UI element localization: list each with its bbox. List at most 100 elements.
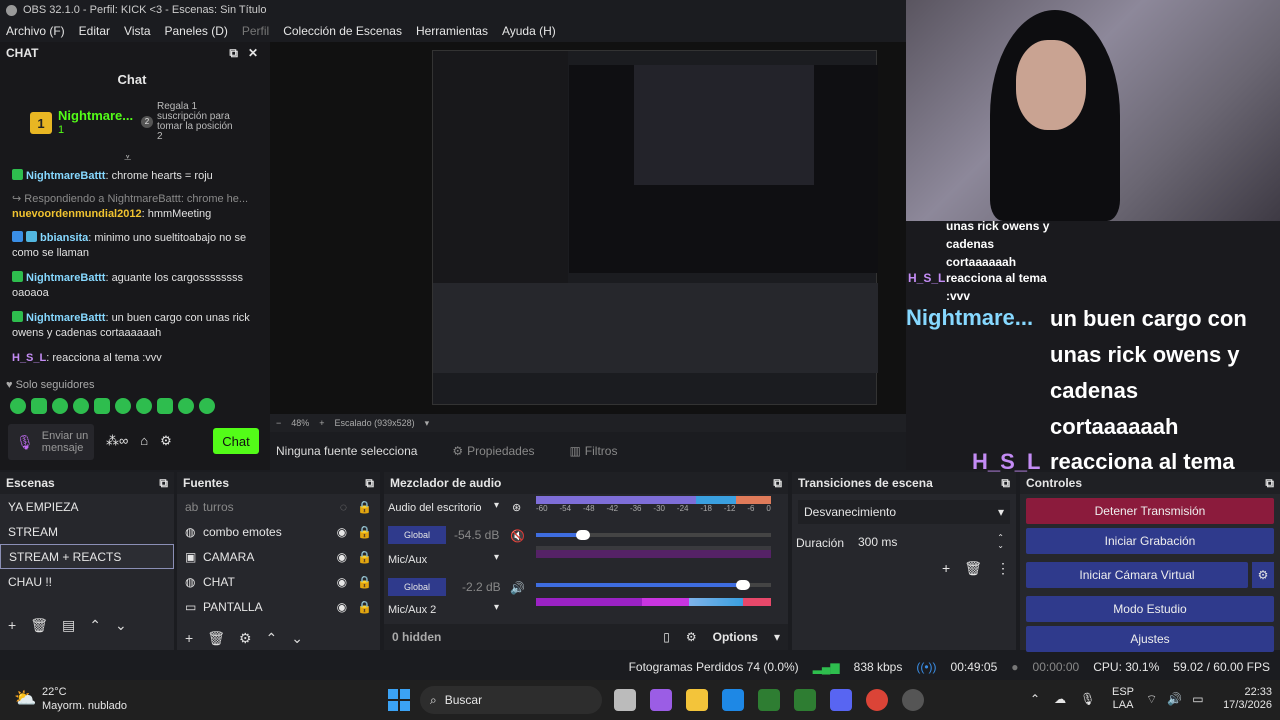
chrome-icon[interactable] [866, 689, 888, 711]
menu-ayuda[interactable]: Ayuda (H) [502, 24, 556, 38]
speaker-icon[interactable]: 🔊 [510, 581, 525, 595]
collapse-icon[interactable]: ⩡ [124, 150, 131, 166]
scene-item[interactable]: YA EMPIEZA [0, 494, 174, 519]
menu-perfil[interactable]: Perfil [242, 24, 269, 38]
eye-icon[interactable]: ◉ [337, 600, 347, 614]
float-icon[interactable]: ⧉ [773, 476, 782, 491]
options-button[interactable]: Options [713, 630, 758, 644]
trash-icon[interactable]: 🗑 [964, 560, 982, 577]
source-item[interactable]: ◍ combo emotes ◉ 🔒 [177, 519, 380, 544]
properties-button[interactable]: ⚙ Propiedades [441, 444, 545, 458]
weather-temp[interactable]: 22°C [42, 686, 67, 698]
mixer-settings-icon[interactable]: ⊛ [512, 501, 521, 514]
zoom-in-icon[interactable]: + [319, 418, 324, 428]
up-icon[interactable]: ⌃ [266, 630, 278, 647]
emote-icon[interactable] [178, 398, 194, 414]
file-explorer-icon[interactable] [686, 689, 708, 711]
source-item[interactable]: ▣ CAMARA ◉ 🔒 [177, 544, 380, 569]
eye-icon[interactable]: ◉ [337, 525, 347, 539]
pinned-name[interactable]: Nightmare... [58, 108, 133, 123]
hidden-count[interactable]: 0 hidden [392, 630, 647, 644]
filters-button[interactable]: ▥ Filtros [569, 444, 617, 458]
filter-icon[interactable]: ▤ [62, 617, 75, 634]
emote-icon[interactable] [73, 398, 89, 414]
gear-icon[interactable]: ⚙ [239, 630, 252, 647]
lock-icon[interactable]: 🔒 [357, 550, 372, 564]
add-icon[interactable]: + [942, 560, 950, 577]
muted-speaker-icon[interactable]: 🔇 [510, 529, 525, 543]
task-view-icon[interactable] [614, 689, 636, 711]
menu-editar[interactable]: Editar [79, 24, 110, 38]
duration-input[interactable]: 300 ms ⌃ ⌄ [852, 530, 1010, 554]
advanced-audio-icon[interactable]: ⚙ [686, 630, 697, 644]
settings-button[interactable]: Ajustes [1026, 626, 1274, 652]
menu-coleccion[interactable]: Colección de Escenas [283, 24, 402, 38]
mic-icon[interactable]: 🎙 [16, 434, 34, 451]
language-indicator[interactable]: ESP LAA [1112, 686, 1134, 712]
virtual-camera-button[interactable]: Iniciar Cámara Virtual [1026, 562, 1248, 588]
volume-slider[interactable] [536, 580, 771, 590]
zoom-out-icon[interactable]: − [276, 418, 281, 428]
start-recording-button[interactable]: Iniciar Grabación [1026, 528, 1274, 554]
discord-icon[interactable] [830, 689, 852, 711]
chevron-down-icon[interactable]: ▾ [494, 552, 499, 563]
menu-paneles[interactable]: Paneles (D) [165, 24, 228, 38]
chevron-down-icon[interactable]: ▾ [494, 602, 499, 613]
scene-item-selected[interactable]: STREAM + REACTS [0, 544, 174, 569]
settings-icon[interactable]: ⚙ [160, 433, 172, 449]
lock-icon[interactable]: 🔒 [357, 575, 372, 589]
menu-herramientas[interactable]: Herramientas [416, 24, 488, 38]
chat-input[interactable]: 🎙 Enviar un mensaje [8, 424, 94, 460]
chat-username[interactable]: H_S_L [12, 352, 46, 364]
eye-icon[interactable]: ◉ [337, 575, 347, 589]
lock-icon[interactable]: 🔒 [357, 500, 372, 514]
weather-desc[interactable]: Mayorm. nublado [42, 700, 127, 712]
emote-icon[interactable] [31, 398, 47, 414]
add-icon[interactable]: + [185, 630, 193, 646]
emote-icon[interactable] [115, 398, 131, 414]
layout-icon[interactable]: ▯ [663, 630, 670, 644]
down-icon[interactable]: ⌄ [115, 617, 127, 634]
system-icons[interactable]: ⌔ 🔊 ▭ [1146, 692, 1204, 707]
eye-hidden-icon[interactable]: ◌ [340, 500, 347, 514]
source-item[interactable]: ▭ PANTALLA ◉ 🔒 [177, 594, 380, 619]
float-icon[interactable]: ⧉ [229, 46, 238, 61]
emote-icon[interactable] [52, 398, 68, 414]
lock-icon[interactable]: 🔒 [357, 600, 372, 614]
app-icon[interactable] [794, 689, 816, 711]
scene-item[interactable]: CHAU !! [0, 569, 174, 594]
gift-text[interactable]: Regala 1 suscripción para tomar la posic… [157, 102, 237, 142]
more-icon[interactable]: ⋮ [996, 560, 1010, 577]
float-icon[interactable]: ⧉ [1265, 476, 1274, 491]
copilot-icon[interactable] [650, 689, 672, 711]
onedrive-icon[interactable]: ☁ [1054, 692, 1066, 706]
source-item[interactable]: ab turros ◌ 🔒 [177, 494, 380, 519]
studio-mode-button[interactable]: Modo Estudio [1026, 596, 1274, 622]
emote-icon[interactable] [94, 398, 110, 414]
taskbar-search[interactable]: ⌕ Buscar [420, 686, 602, 714]
emote-icon[interactable] [10, 398, 26, 414]
menu-archivo[interactable]: Archivo (F) [6, 24, 65, 38]
float-icon[interactable]: ⧉ [1001, 476, 1010, 491]
transition-select[interactable]: Desvanecimiento ▾ [798, 500, 1010, 524]
menu-vista[interactable]: Vista [124, 24, 150, 38]
clock[interactable]: 22:33 17/3/2026 [1220, 686, 1272, 712]
global-tag[interactable]: Global [388, 526, 446, 544]
eye-icon[interactable]: ◉ [337, 550, 347, 564]
volume-slider[interactable] [536, 530, 771, 540]
chevron-down-icon[interactable]: ▾ [774, 630, 780, 644]
store-icon[interactable]: ⌂ [140, 433, 148, 449]
add-icon[interactable]: + [8, 617, 16, 633]
preview-canvas[interactable] [270, 42, 906, 414]
gear-icon[interactable]: ⚙ [1252, 562, 1274, 588]
scene-item[interactable]: STREAM [0, 519, 174, 544]
lock-icon[interactable]: 🔒 [357, 525, 372, 539]
mic-icon[interactable]: 🎙 [1080, 692, 1095, 706]
global-tag[interactable]: Global [388, 578, 446, 596]
weather-icon[interactable]: ⛅ [14, 688, 36, 709]
chat-username[interactable]: nuevoordenmundial2012 [12, 208, 142, 220]
spreadsheet-icon[interactable] [758, 689, 780, 711]
chat-username[interactable]: bbiansita [40, 232, 88, 244]
up-icon[interactable]: ⌃ [89, 617, 101, 634]
chat-username[interactable]: NightmareBattt [26, 170, 105, 182]
